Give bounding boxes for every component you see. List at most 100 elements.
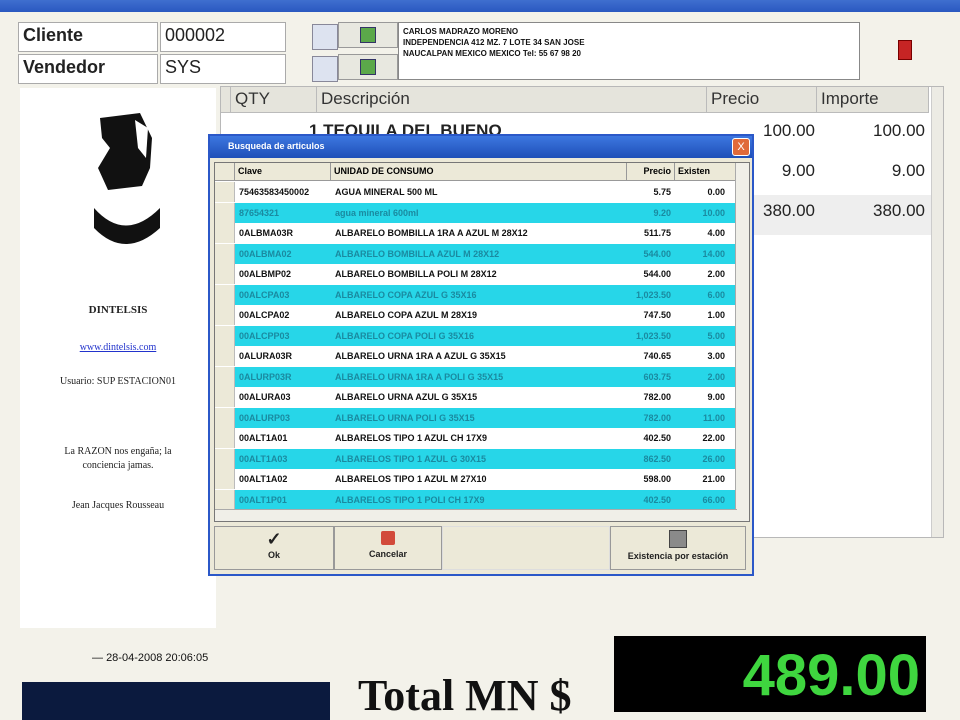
- cell-desc: ALBARELOS TIPO 1 AZUL M 27X10: [335, 474, 487, 484]
- table-row[interactable]: 0ALURP03R ALBARELO URNA 1RA A POLI G 35X1…: [215, 366, 737, 387]
- cell-desc: ALBARELO BOMBILLA AZUL M 28X12: [335, 248, 500, 259]
- table-row[interactable]: 00ALCPA02 ALBARELO COPA AZUL M 28X19 747.5…: [215, 305, 737, 325]
- row-selector[interactable]: [215, 223, 235, 243]
- checkmark-icon: ✓: [266, 529, 282, 549]
- row-selector[interactable]: [215, 489, 235, 510]
- cancel-icon: [381, 531, 395, 545]
- cell-desc: agua mineral 600ml: [335, 207, 419, 218]
- cell-exist: 26.00: [702, 453, 725, 464]
- table-row[interactable]: 75463583450002 AGUA MINERAL 500 ML 5.75 0.0…: [215, 182, 737, 202]
- exit-button[interactable]: [898, 40, 912, 60]
- quote-author: Jean Jacques Rousseau: [71, 500, 165, 511]
- row-selector[interactable]: [215, 202, 235, 223]
- cliente-field[interactable]: 000002: [160, 22, 286, 52]
- row-selector[interactable]: [215, 407, 235, 428]
- col-header-unidad[interactable]: UNIDAD DE CONSUMO: [331, 163, 627, 181]
- cell-precio: 544.00: [643, 269, 671, 279]
- col-header-clave[interactable]: Clave: [235, 163, 331, 181]
- datetime-stamp: — 28-04-2008 20:06:05: [92, 652, 209, 664]
- col-header-existencia[interactable]: Existen: [675, 163, 737, 181]
- cell-exist: 21.00: [702, 474, 725, 484]
- table-row[interactable]: 00ALCPP03 ALBARELO COPA POLI G 35X16 1,023…: [215, 325, 737, 346]
- table-horizontal-scrollbar[interactable]: [215, 509, 737, 521]
- cell-precio: 5.75: [653, 187, 671, 197]
- grid-header-precio[interactable]: Precio: [707, 87, 817, 113]
- title-bar: [0, 0, 960, 12]
- cell-desc: ALBARELO COPA AZUL M 28X19: [335, 310, 478, 320]
- grid-header-importe[interactable]: Importe: [817, 87, 929, 113]
- cell-desc: ALBARELO URNA 1RA A AZUL G 35X15: [335, 351, 506, 361]
- table-row[interactable]: 00ALBMP02 ALBARELO BOMBILLA POLI M 28X12 5…: [215, 264, 737, 284]
- table-vertical-scrollbar[interactable]: [735, 163, 749, 521]
- total-display: 489.00: [614, 636, 926, 712]
- ok-button[interactable]: ✓ Ok: [214, 526, 334, 570]
- vendedor-add-button[interactable]: [338, 54, 398, 80]
- cell-exist: 4.00: [707, 228, 725, 238]
- grid-header-descripcion[interactable]: Descripción: [317, 87, 707, 113]
- cell-exist: 1.00: [707, 310, 725, 320]
- grid-scrollbar[interactable]: [931, 87, 943, 537]
- cell-exist: 10.00: [702, 207, 725, 218]
- table-corner: [215, 163, 235, 181]
- row-selector[interactable]: [215, 243, 235, 264]
- stock-by-station-button[interactable]: Existencia por estación: [610, 526, 746, 570]
- website-link[interactable]: www.dintelsis.com: [20, 342, 216, 353]
- cliente-search-button[interactable]: [312, 24, 338, 50]
- cell-precio: 740.65: [643, 351, 671, 361]
- cell-clave: 0ALBMA03R: [239, 228, 294, 238]
- vendedor-search-button[interactable]: [312, 56, 338, 82]
- usuario-text: Usuario: SUP ESTACION01: [59, 376, 177, 387]
- table-row[interactable]: 00ALBMA02 ALBARELO BOMBILLA AZUL M 28X12 5…: [215, 243, 737, 264]
- table-row[interactable]: 00ALT1A02 ALBARELOS TIPO 1 AZUL M 27X10 59…: [215, 469, 737, 489]
- row-selector[interactable]: [215, 182, 235, 202]
- row-selector[interactable]: [215, 448, 235, 469]
- green-add-icon: [360, 27, 376, 43]
- row-importe: 9.00: [891, 161, 925, 180]
- cliente-add-button[interactable]: [338, 22, 398, 48]
- cell-desc: ALBARELOS TIPO 1 POLI CH 17X9: [335, 494, 485, 505]
- table-row[interactable]: 0ALBMA03R ALBARELO BOMBILLA 1RA A AZUL M …: [215, 223, 737, 243]
- cancel-label: Cancelar: [368, 549, 408, 559]
- vendedor-field[interactable]: SYS: [160, 54, 286, 84]
- cell-clave: 00ALT1A01: [239, 433, 288, 443]
- grid-header-qty[interactable]: QTY: [231, 87, 317, 113]
- table-row[interactable]: 0ALURA03R ALBARELO URNA 1RA A AZUL G 35X1…: [215, 346, 737, 366]
- cell-precio: 782.00: [643, 392, 671, 402]
- cell-desc: ALBARELO BOMBILLA 1RA A AZUL M 28X12: [335, 228, 528, 238]
- cell-exist: 66.00: [702, 494, 725, 505]
- cell-clave: 00ALT1A03: [239, 453, 288, 464]
- total-value: 489.00: [742, 643, 920, 708]
- table-row[interactable]: 87654321 agua mineral 600ml 9.20 10.00: [215, 202, 737, 223]
- cancel-button[interactable]: Cancelar: [334, 526, 442, 570]
- table-row[interactable]: 00ALT1A01 ALBARELOS TIPO 1 AZUL CH 17X9 40…: [215, 428, 737, 448]
- cell-clave: 0ALURP03R: [239, 371, 292, 382]
- cell-clave: 00ALURP03: [239, 412, 291, 423]
- cell-desc: ALBARELO URNA POLI G 35X15: [335, 412, 475, 423]
- table-row[interactable]: 00ALCPA03 ALBARELO COPA AZUL G 35X16 1,023…: [215, 284, 737, 305]
- row-selector[interactable]: [215, 387, 235, 407]
- stock-label: Existencia por estación: [627, 551, 729, 561]
- close-icon[interactable]: X: [732, 138, 750, 156]
- table-row[interactable]: 00ALT1P01 ALBARELOS TIPO 1 POLI CH 17X9 40…: [215, 489, 737, 510]
- row-selector[interactable]: [215, 428, 235, 448]
- row-selector[interactable]: [215, 469, 235, 489]
- table-row[interactable]: 00ALT1A03 ALBARELOS TIPO 1 AZUL G 30X15 86…: [215, 448, 737, 469]
- table-row[interactable]: 00ALURP03 ALBARELO URNA POLI G 35X15 782.0…: [215, 407, 737, 428]
- row-selector[interactable]: [215, 325, 235, 346]
- cell-desc: ALBARELO COPA AZUL G 35X16: [335, 289, 477, 300]
- row-selector[interactable]: [215, 366, 235, 387]
- articles-table[interactable]: Clave UNIDAD DE CONSUMO Precio Existen 7…: [214, 162, 750, 522]
- cell-precio: 544.00: [643, 248, 671, 259]
- row-selector[interactable]: [215, 284, 235, 305]
- datetime-value: 28-04-2008 20:06:05: [106, 652, 209, 664]
- row-selector[interactable]: [215, 264, 235, 284]
- row-selector[interactable]: [215, 346, 235, 366]
- cell-precio: 747.50: [643, 310, 671, 320]
- cell-precio: 511.75: [643, 228, 671, 238]
- row-selector[interactable]: [215, 305, 235, 325]
- company-name: DINTELSIS: [88, 304, 148, 316]
- table-row[interactable]: 00ALURA03 ALBARELO URNA AZUL G 35X15 782.0…: [215, 387, 737, 407]
- cell-exist: 22.00: [702, 433, 725, 443]
- cell-exist: 9.00: [707, 392, 725, 402]
- col-header-precio[interactable]: Precio: [627, 163, 675, 181]
